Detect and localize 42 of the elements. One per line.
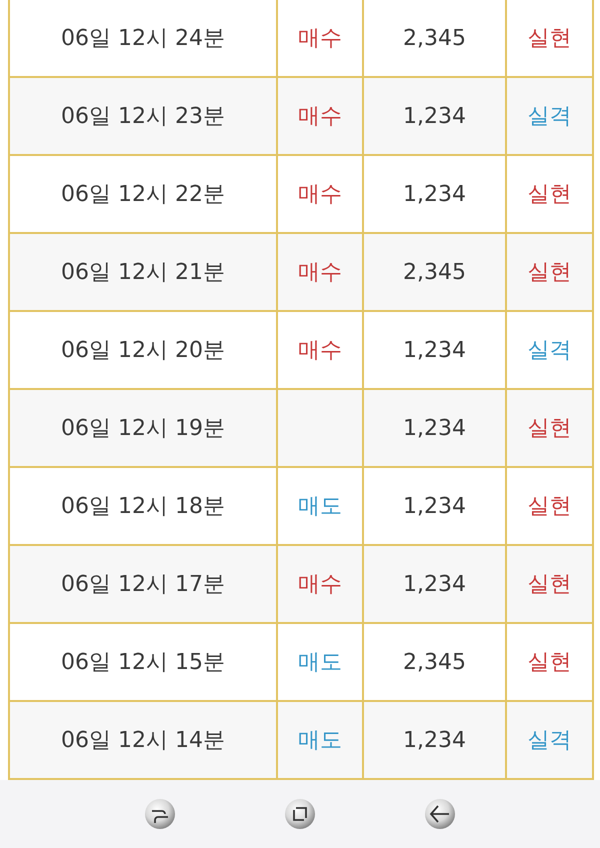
table-cell-text: 실격 bbox=[526, 103, 572, 131]
table-cell: 1,234 bbox=[364, 702, 507, 778]
table-cell: 1,234 bbox=[364, 78, 507, 154]
table-cell-text: 실현 bbox=[526, 25, 572, 53]
table-cell: 06일 12시 23분 bbox=[10, 78, 278, 154]
table-cell: 1,234 bbox=[364, 156, 507, 232]
table-cell-text: 실격 bbox=[526, 727, 572, 755]
table-cell: 매수 bbox=[278, 78, 364, 154]
recent-apps-icon[interactable] bbox=[144, 798, 176, 830]
table-cell: 1,234 bbox=[364, 546, 507, 622]
table-cell: 2,345 bbox=[364, 0, 507, 76]
table-cell-text: 실현 bbox=[526, 181, 572, 209]
table-cell-text: 실현 bbox=[526, 493, 572, 521]
table-cell: 매도 bbox=[278, 468, 364, 544]
table-cell: 1,234 bbox=[364, 468, 507, 544]
table-cell: 2,345 bbox=[364, 624, 507, 700]
table-cell: 06일 12시 20분 bbox=[10, 312, 278, 388]
table-cell: 2,345 bbox=[364, 234, 507, 310]
table-cell-text: 실현 bbox=[526, 649, 572, 677]
table-cell: 1,234 bbox=[364, 312, 507, 388]
home-icon[interactable] bbox=[284, 798, 316, 830]
table-cell: 매도 bbox=[278, 702, 364, 778]
table-cell: 매도 bbox=[278, 624, 364, 700]
table-cell: 06일 12시 15분 bbox=[10, 624, 278, 700]
table-cell: 매수 bbox=[278, 546, 364, 622]
table-cell: 06일 12시 17분 bbox=[10, 546, 278, 622]
table-cell: 매수 bbox=[278, 312, 364, 388]
table-cell: 06일 12시 21분 bbox=[10, 234, 278, 310]
table-cell-text: 실현 bbox=[526, 415, 572, 443]
table-cell: 06일 12시 14분 bbox=[10, 702, 278, 778]
table-cell-text: 실현 bbox=[526, 571, 572, 599]
table-cell: 매수 bbox=[278, 156, 364, 232]
table-cell: 06일 12시 22분 bbox=[10, 156, 278, 232]
table-cell: 매수 bbox=[278, 234, 364, 310]
back-icon[interactable] bbox=[424, 798, 456, 830]
table-cell-text: 실현 bbox=[526, 259, 572, 287]
table-cell: 06일 12시 18분 bbox=[10, 468, 278, 544]
table-cell: 1,234 bbox=[364, 390, 507, 466]
table-cell-text: 실격 bbox=[526, 337, 572, 365]
table-cell: 매수 bbox=[278, 0, 364, 76]
table-cell: 06일 12시 24분 bbox=[10, 0, 278, 76]
table-cell: 06일 12시 19분 bbox=[10, 390, 278, 466]
